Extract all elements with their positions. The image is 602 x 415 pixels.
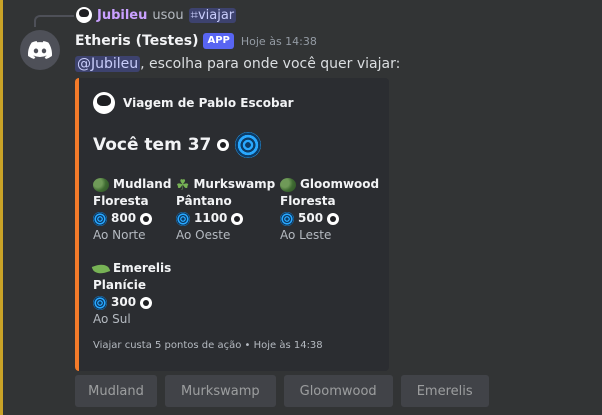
author-avatar	[93, 92, 115, 114]
embed-title: Você tem 37	[93, 132, 262, 158]
reply-command[interactable]: ⌗viajar	[188, 7, 237, 23]
slash-icon: ⌗	[190, 7, 198, 23]
emerelis-button[interactable]: Emerelis	[400, 375, 489, 407]
destination-murkswamp: ☘ Murkswamp Pântano 1100 Ao Oeste	[176, 176, 275, 244]
coin-icon	[217, 139, 230, 151]
embed-title-text: Você tem 37	[93, 135, 212, 155]
app-badge: APP	[203, 33, 234, 49]
embed-footer: Viajar custa 5 pontos de ação • Hoje às …	[93, 340, 323, 351]
leaf-icon	[91, 261, 111, 276]
portal-icon	[280, 211, 294, 226]
destination-direction: Ao Norte	[93, 228, 146, 242]
portal-icon	[176, 211, 190, 226]
coin-icon	[231, 212, 244, 225]
destination-name: Mudland	[113, 177, 172, 191]
destination-direction: Ao Sul	[93, 312, 131, 326]
destination-biome: Pântano	[176, 194, 232, 208]
embed-author-name: Viagem de Pablo Escobar	[123, 96, 294, 110]
portal-icon	[93, 211, 107, 226]
reply-spine	[34, 15, 74, 27]
coin-icon	[327, 212, 340, 225]
destination-name: Murkswamp	[193, 177, 276, 191]
destination-biome: Floresta	[93, 194, 149, 208]
destination-gloomwood: Gloomwood Floresta 500 Ao Leste	[280, 176, 379, 244]
murkswamp-button[interactable]: Murkswamp	[165, 375, 276, 407]
message: Etheris (Testes) APP Hoje às 14:38 @Jubi…	[75, 32, 592, 74]
destination-mudland: Mudland Floresta 800 Ao Norte	[93, 176, 171, 244]
mention-highlight-bar	[0, 0, 3, 415]
travel-embed: Viagem de Pablo Escobar Você tem 37 Mudl…	[75, 78, 389, 371]
destination-direction: Ao Oeste	[176, 228, 231, 242]
destination-biome: Floresta	[280, 194, 336, 208]
destination-biome: Planície	[93, 278, 147, 292]
destination-cost: 800	[111, 211, 137, 225]
reply-used-text: usou	[152, 7, 184, 23]
destination-cost: 300	[111, 295, 137, 309]
bot-name[interactable]: Etheris (Testes)	[75, 33, 198, 49]
bot-avatar[interactable]	[20, 30, 60, 70]
portal-icon	[93, 295, 107, 310]
portal-icon	[235, 132, 262, 158]
gloomwood-button[interactable]: Gloomwood	[283, 375, 393, 407]
reply-avatar[interactable]	[76, 7, 92, 23]
destination-name: Gloomwood	[300, 177, 380, 191]
message-timestamp: Hoje às 14:38	[240, 34, 317, 48]
coin-icon	[140, 296, 153, 309]
bush-icon	[280, 177, 296, 192]
user-mention[interactable]: @Jubileu	[75, 56, 141, 72]
embed-author: Viagem de Pablo Escobar	[93, 92, 294, 114]
destination-cost: 500	[298, 211, 324, 225]
destination-buttons: Mudland Murkswamp Gloomwood Emerelis	[75, 375, 489, 407]
reply-command-name: viajar	[197, 7, 235, 23]
shamrock-icon: ☘	[176, 175, 190, 194]
reply-context[interactable]: Jubileu usou ⌗viajar	[34, 6, 237, 27]
mudland-button[interactable]: Mudland	[75, 375, 157, 407]
message-content: @Jubileu, escolha para onde você quer vi…	[75, 54, 592, 74]
destination-emerelis: Emerelis Planície 300 Ao Sul	[91, 260, 172, 328]
message-text: , escolha para onde você quer viajar:	[140, 56, 401, 72]
destination-direction: Ao Leste	[280, 228, 332, 242]
destination-name: Emerelis	[113, 261, 172, 275]
destination-cost: 1100	[194, 211, 228, 225]
coin-icon	[140, 212, 153, 225]
discord-logo-icon	[28, 41, 52, 59]
reply-username[interactable]: Jubileu	[97, 8, 147, 23]
bush-icon	[93, 177, 109, 192]
